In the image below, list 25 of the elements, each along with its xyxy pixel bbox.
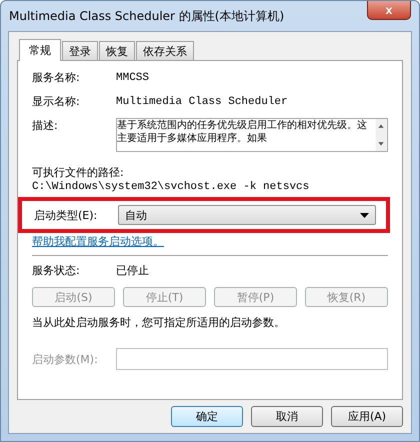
- field-label: 启动类型(E):: [34, 208, 98, 222]
- description-box[interactable]: 基于系统范围内的任务优先级启用工作的相对优先级。这主要适用于多媒体应用程序。如果: [116, 118, 388, 152]
- field-label: 可执行文件的路径:: [32, 165, 124, 180]
- field-label: 服务状态:: [32, 263, 81, 278]
- field-label: 显示名称:: [32, 94, 81, 109]
- status-value: 已停止: [116, 263, 149, 278]
- field-label: 服务名称:: [32, 70, 81, 85]
- scrollbar-icon[interactable]: [375, 119, 387, 151]
- caret-icon: [360, 212, 369, 218]
- display-name-value: Multimedia Class Scheduler: [116, 96, 288, 108]
- help-link[interactable]: 帮助我配置服务启动选项。: [32, 234, 164, 249]
- tab[interactable]: 登录: [62, 41, 98, 60]
- dialog-button[interactable]: 取消: [251, 406, 323, 427]
- startup-type-dropdown[interactable]: 自动: [118, 205, 376, 225]
- tab[interactable]: 恢复: [99, 41, 135, 60]
- tab[interactable]: 常规: [19, 39, 61, 61]
- service-name-value: MMCSS: [116, 72, 150, 84]
- field-label: 启动参数(M):: [32, 352, 99, 366]
- window-title: Multimedia Class Scheduler 的属性(本地计算机): [9, 8, 284, 24]
- hint-text: 当从此处启动服务时，您可指定所适用的启动参数。: [32, 315, 286, 330]
- field-label: 描述:: [32, 118, 59, 133]
- dialog-button[interactable]: 应用(A): [331, 406, 403, 427]
- tab[interactable]: 依存关系: [136, 41, 194, 60]
- dialog-button[interactable]: 确定: [171, 406, 243, 427]
- path-value: C:\Windows\system32\svchost.exe -k netsvcs: [32, 181, 310, 193]
